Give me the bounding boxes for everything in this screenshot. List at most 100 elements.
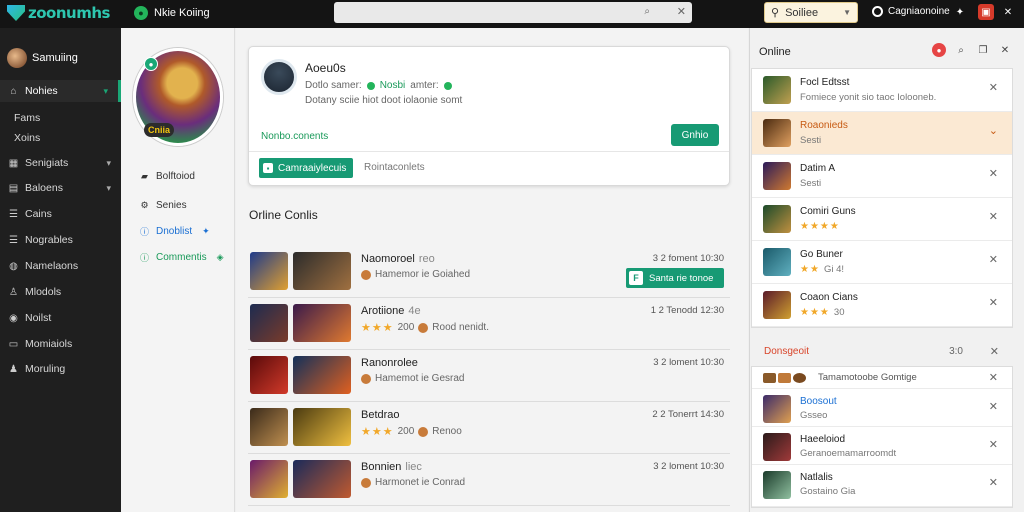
close-icon[interactable]: ✕ <box>989 167 998 180</box>
add-icon[interactable]: ✦ <box>202 226 210 237</box>
close-icon[interactable]: ✕ <box>989 210 998 223</box>
list-icon: ☰ <box>9 234 18 246</box>
lock-icon: ▰ <box>141 171 148 181</box>
close-icon[interactable]: ✕ <box>990 345 999 358</box>
logo[interactable]: zoonumhs <box>7 4 110 22</box>
game-title: Arotiione 4e <box>361 305 421 317</box>
chevron-down-icon[interactable]: ⌄ <box>989 124 998 137</box>
copy-icon[interactable]: ❐ <box>976 43 990 57</box>
profile-avatar[interactable]: ● Cniia <box>133 48 223 146</box>
sidebar-item-label: Moruling <box>25 363 66 375</box>
card-action-button[interactable]: Gnhio <box>671 124 719 146</box>
close-icon[interactable]: ✕ <box>1000 4 1016 20</box>
search-icon[interactable]: ⌕ <box>644 6 650 17</box>
clear-icon[interactable]: ✕ <box>677 5 686 18</box>
profile-menu-item[interactable]: ⚙ Senies <box>139 200 186 211</box>
tab-other[interactable]: Rointaconlets <box>364 162 425 173</box>
secondary-list-item[interactable]: Boosout Gsseo ✕ <box>752 389 1012 427</box>
game-row[interactable]: Naomoroel reo Hamemor ie Goiahed 3 2 foment… <box>248 246 730 298</box>
sidebar-item[interactable]: ♟ Moruling <box>0 358 121 380</box>
tab-active[interactable]: ▪ Camraaiylecuis <box>259 158 354 178</box>
add-icon[interactable]: ◈ <box>217 252 224 263</box>
secondary-item-title: Tamamotoobe Gomtige <box>818 372 917 383</box>
sidebar-item[interactable]: ♙ Mlodols <box>0 281 121 303</box>
online-list-item[interactable]: Focl Edtsst Fomiece yonit sio taoc Ioloon… <box>752 69 1012 112</box>
grid-icon: ▦ <box>8 157 19 169</box>
online-dot-icon <box>443 81 452 90</box>
sidebar-item[interactable]: ▭ Momiaiols <box>0 333 121 355</box>
settings-icon[interactable]: ✦ <box>952 4 968 20</box>
sidebar-item[interactable]: ⌂ Nohies ▾ <box>0 80 121 102</box>
sidebar-item[interactable]: ◍ Namelaons <box>0 255 121 277</box>
sort-select-label: Soiliee <box>785 6 819 19</box>
sidebar-item[interactable]: Fams <box>0 107 121 129</box>
online-list-item[interactable]: Coaon Cians ★★★ 30 ✕ <box>752 284 1012 327</box>
online-list-item[interactable]: Go Buner ★★ Gi 4! ✕ <box>752 241 1012 284</box>
account-icon <box>872 6 883 17</box>
game-icon <box>763 291 791 319</box>
alert-icon[interactable]: ● <box>932 43 946 57</box>
online-item-title: Go Buner <box>800 249 843 260</box>
close-icon[interactable]: ✕ <box>998 43 1012 57</box>
close-icon[interactable]: ✕ <box>989 81 998 94</box>
doc-icon: ▭ <box>8 338 19 350</box>
profile-menu-label: Commentis <box>156 252 207 263</box>
profile-menu-item[interactable]: ▰ Bolftoiod <box>139 171 195 182</box>
sidebar-item[interactable]: ◉ Noilst <box>0 307 121 329</box>
app-title[interactable]: ● Nkie Koiing <box>134 6 210 20</box>
sidebar-item[interactable]: ▤ Baloens ▾ <box>0 177 121 199</box>
card-status-online: Nosbi <box>379 80 406 91</box>
card-avatar[interactable] <box>261 59 297 95</box>
card-link[interactable]: Nonbo.conents <box>261 131 328 142</box>
game-subtitle: Hamemor ie Goiahed <box>361 269 470 280</box>
section-count: 3:0 <box>949 346 963 357</box>
game-icon <box>763 373 776 384</box>
sort-select[interactable]: ⚲ Soiliee ▼ <box>764 2 858 23</box>
game-subtitle: Harmonet ie Conrad <box>361 477 465 488</box>
search-input[interactable]: ⌕ ✕ <box>334 2 692 23</box>
right-panel-title: Online <box>759 46 791 58</box>
online-list-item[interactable]: Comiri Guns ★★★★ ✕ <box>752 198 1012 241</box>
profile-menu-item[interactable]: ⓘ Dnoblist ✦ <box>139 226 210 237</box>
profile-card: Aoeu0s Dotlo samer: Nosbi amter: Dotany … <box>248 46 730 186</box>
profile-menu-item[interactable]: ⓘ Commentis ◈ <box>139 252 224 263</box>
sidebar-item[interactable]: ▦ Senigiats ▾ <box>0 152 121 174</box>
close-icon[interactable]: ✕ <box>989 400 998 413</box>
close-icon[interactable]: ✕ <box>989 438 998 451</box>
close-icon[interactable]: ✕ <box>989 253 998 266</box>
tab-active-label: Camraaiylecuis <box>278 162 347 174</box>
profile-menu-label: Dnoblist <box>156 226 193 237</box>
game-row[interactable]: Arotiione 4e ★★★ 200 Rood nenidt. 1 2 Tenodd … <box>248 298 730 350</box>
game-subtitle-text: Renoo <box>432 426 462 437</box>
online-item-title: Comiri Guns <box>800 206 856 217</box>
search-icon[interactable]: ⌕ <box>954 43 968 57</box>
sidebar-item-label: Noilst <box>25 312 52 324</box>
online-list-item[interactable]: Roaonieds Sesti ⌄ <box>752 112 1012 155</box>
game-icon <box>763 471 791 499</box>
game-row[interactable]: Bonnien liec Harmonet ie Conrad 3 2 loment … <box>248 454 730 506</box>
game-subtitle: ★★★ 200 Rood nenidt. <box>361 321 489 334</box>
sidebar-item[interactable]: ☰ Nogrables <box>0 229 121 251</box>
online-list-item[interactable]: Datim A Sesti ✕ <box>752 155 1012 198</box>
card-status: Dotlo samer: Nosbi amter: <box>305 80 452 91</box>
sidebar-user[interactable]: Samuiing <box>7 48 78 68</box>
game-row[interactable]: Ranonrolee Hamemot ie Gesrad 3 2 loment 10… <box>248 350 730 402</box>
sidebar-item[interactable]: ☰ Cains <box>0 203 121 225</box>
secondary-list-item[interactable]: Tamamotoobe Gomtige ✕ <box>752 367 1012 389</box>
sidebar-item-label: Nogrables <box>25 234 73 246</box>
notification-icon[interactable]: ▣ <box>978 4 994 20</box>
game-title-text: Betdrao <box>361 409 400 421</box>
game-thumbnail <box>293 408 351 446</box>
secondary-list-item[interactable]: Haeeloiod Geranoemamarroomdt ✕ <box>752 427 1012 465</box>
sidebar-item[interactable]: Xoins <box>0 127 121 149</box>
game-action-button[interactable]: F Santa rie tonoe <box>626 268 724 288</box>
gear-icon: ⚙ <box>140 200 149 210</box>
close-icon[interactable]: ✕ <box>989 296 998 309</box>
close-icon[interactable]: ✕ <box>989 371 998 384</box>
close-icon[interactable]: ✕ <box>989 476 998 489</box>
game-icon <box>778 373 791 384</box>
account-menu[interactable]: Cagniaonoine <box>872 6 950 17</box>
game-row[interactable]: Betdrao ★★★ 200 Renoo 2 2 Tonerrt 14:30 <box>248 402 730 454</box>
secondary-list-item[interactable]: Natlalis Gostaino Gia ✕ <box>752 465 1012 507</box>
card-status-prefix: Dotlo samer: <box>305 80 362 91</box>
